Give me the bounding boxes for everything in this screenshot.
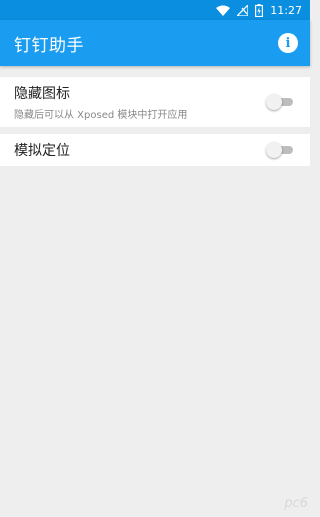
battery-charging-icon [255, 3, 264, 17]
watermark: pc6 [284, 496, 308, 511]
clock-time: 11:27 [270, 3, 302, 17]
hide-icon-toggle[interactable] [266, 93, 294, 111]
setting-title: 模拟定位 [14, 143, 70, 159]
setting-hide-icon[interactable]: 隐藏图标 隐藏后可以从 Xposed 模块中打开应用 [0, 77, 310, 127]
setting-subtitle: 隐藏后可以从 Xposed 模块中打开应用 [14, 110, 188, 121]
setting-title: 隐藏图标 [14, 86, 70, 102]
info-button[interactable]: i [278, 33, 298, 53]
status-bar: 11:27 [0, 0, 310, 20]
mock-location-toggle[interactable] [266, 141, 294, 159]
info-icon: i [285, 35, 291, 51]
setting-mock-location[interactable]: 模拟定位 [0, 134, 310, 166]
app-bar: 钉钉助手 i [0, 20, 310, 66]
signal-off-icon [237, 4, 249, 16]
wifi-icon [216, 5, 231, 16]
page-title: 钉钉助手 [14, 35, 84, 56]
